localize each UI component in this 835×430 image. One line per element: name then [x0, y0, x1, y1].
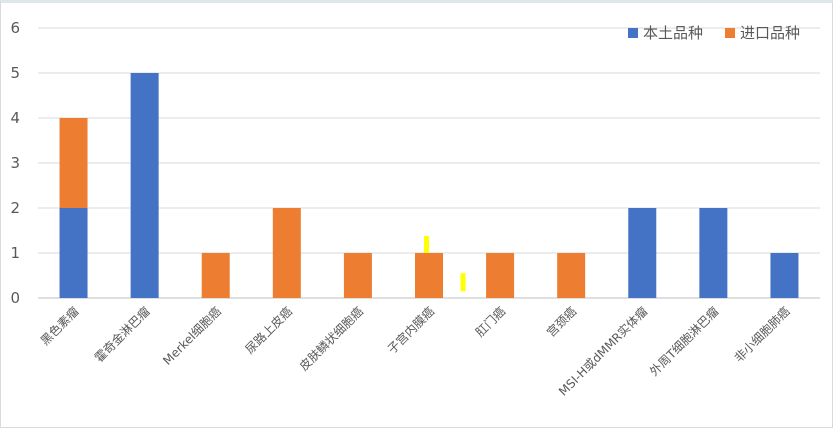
x-category-label: 黑色素瘤 [37, 304, 82, 349]
bar-segment [343, 253, 372, 298]
bar-segment [130, 73, 159, 298]
legend-label: 进口品种 [740, 24, 800, 42]
bar-segment [770, 253, 799, 298]
x-category-label: 子宫内膜癌 [384, 304, 437, 357]
x-category-label: 尿路上皮癌 [242, 304, 295, 357]
x-category-label: Merkel细胞癌 [160, 304, 224, 368]
y-tick-label: 2 [10, 199, 20, 217]
legend-label: 本土品种 [643, 24, 703, 42]
bar-segment [201, 253, 230, 298]
y-tick-label: 4 [10, 109, 20, 127]
bar-segment [486, 253, 515, 298]
legend: 本土品种 进口品种 [628, 24, 800, 42]
bar-segment [59, 118, 88, 208]
y-tick-label: 0 [10, 289, 20, 307]
y-tick-label: 1 [10, 244, 20, 262]
bar-segment [557, 253, 586, 298]
x-category-label: 肛门癌 [472, 304, 508, 340]
y-tick-label: 3 [10, 154, 20, 172]
bar-segment [628, 208, 657, 298]
x-axis-labels: 黑色素瘤 霍奇金淋巴瘤 Merkel细胞癌 尿路上皮癌 皮肤鳞状细胞癌 子宫内膜癌 肛门癌宫… [37, 304, 792, 399]
legend-swatch [725, 28, 735, 38]
x-category-label: 皮肤鳞状细胞癌 [296, 304, 366, 374]
legend-swatch [628, 28, 638, 38]
y-tick-label: 5 [10, 64, 20, 82]
x-category-label: 宫颈癌 [543, 304, 579, 340]
highlight-mark [460, 273, 466, 292]
y-tick-label: 6 [10, 19, 20, 37]
bars [59, 73, 799, 298]
bar-chart: 0 1 2 3 4 5 6 黑色素瘤 霍奇金淋巴瘤 Merkel细胞癌 尿路上皮癌 皮肤鳞状细胞癌子… [10, 19, 820, 399]
highlight-mark [424, 235, 429, 253]
bar-segment [272, 208, 301, 298]
bar-segment [59, 208, 88, 298]
x-category-label: 非小细胞肺癌 [731, 304, 793, 366]
x-category-label: 霍奇金淋巴瘤 [91, 304, 153, 366]
y-axis-ticks: 0 1 2 3 4 5 6 [10, 19, 20, 307]
bar-segment [415, 253, 443, 298]
x-category-label: 外周T细胞淋巴瘤 [646, 304, 721, 379]
bar-segment [699, 208, 728, 298]
